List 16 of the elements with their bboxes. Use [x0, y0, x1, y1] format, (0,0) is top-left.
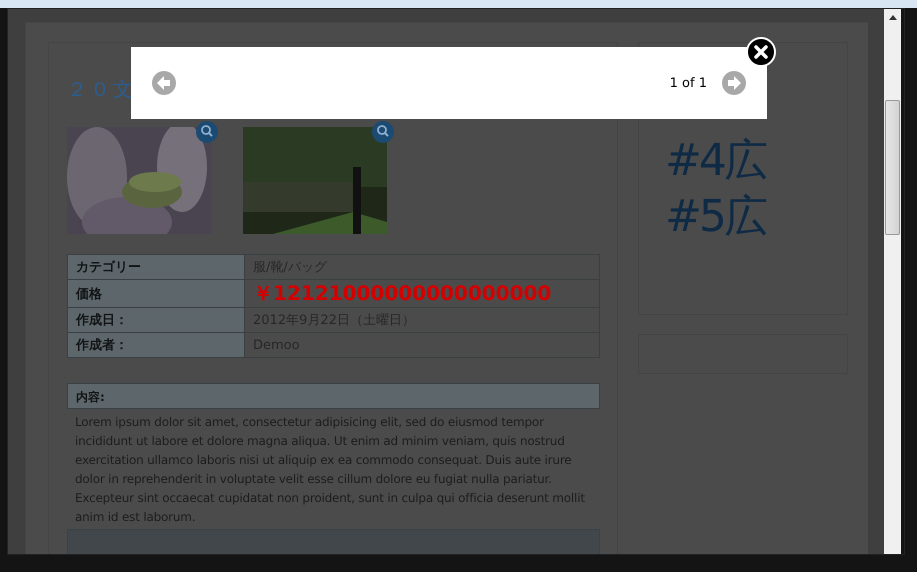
scroll-up-icon[interactable]: [888, 15, 896, 20]
table-cell: カテゴリー: [68, 254, 244, 280]
scrollbar[interactable]: [884, 9, 901, 554]
close-icon[interactable]: [746, 37, 776, 67]
item-title: ２０文: [67, 76, 136, 103]
search-icon[interactable]: [196, 121, 218, 143]
table-cell: 作成者：: [68, 332, 244, 358]
section-heading: 内容:: [67, 383, 600, 409]
ad-text: #5広: [665, 190, 765, 244]
search-icon[interactable]: [372, 121, 394, 143]
ad-text: #4広: [665, 134, 765, 188]
table-cell: 価格: [68, 280, 244, 308]
table-cell: ￥12121000000000000000: [244, 280, 600, 308]
table-cell: 作成日：: [68, 308, 244, 332]
scrollbar-thumb[interactable]: [885, 100, 900, 235]
image-counter: 1 of 1: [670, 76, 707, 90]
